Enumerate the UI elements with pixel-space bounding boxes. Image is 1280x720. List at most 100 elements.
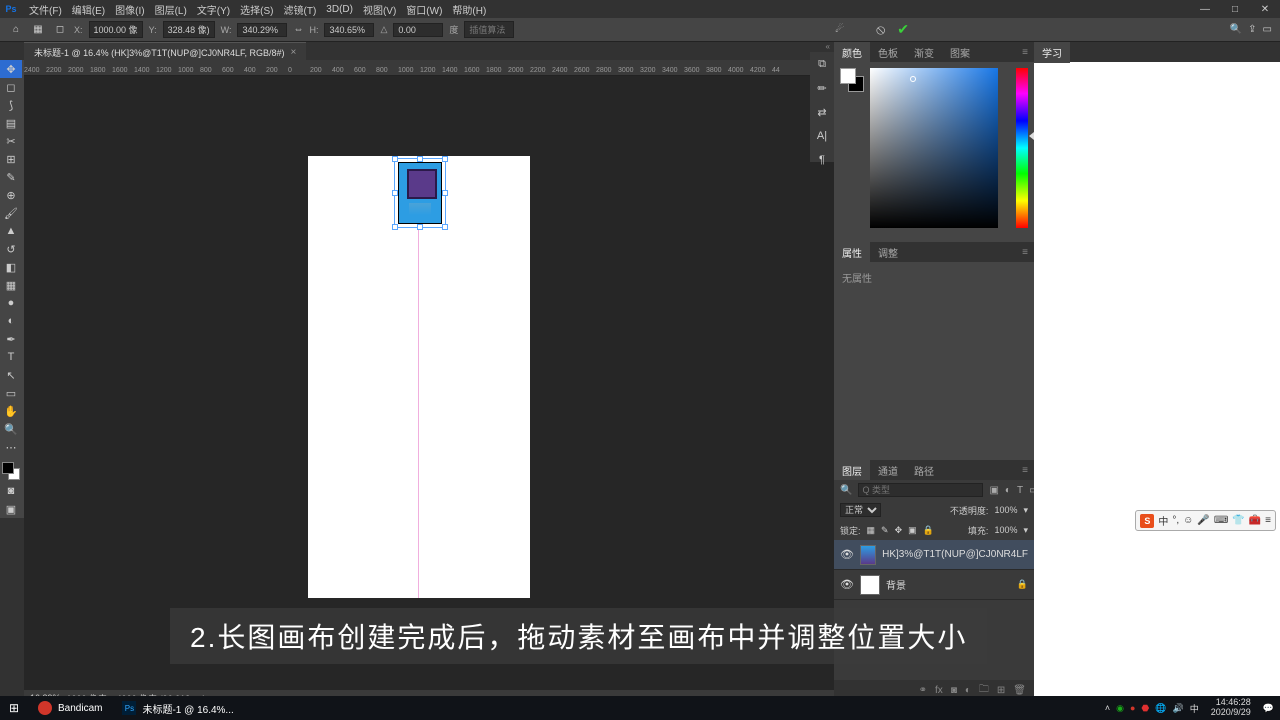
menu-3d[interactable]: 3D(D)	[321, 2, 358, 17]
paragraph-panel-icon[interactable]: ¶	[810, 148, 834, 172]
menu-filter[interactable]: 滤镜(T)	[279, 0, 322, 19]
brush-panel-icon[interactable]: ✏	[810, 76, 834, 100]
warp-icon[interactable]: ☄	[835, 24, 844, 35]
menu-window[interactable]: 窗口(W)	[401, 0, 447, 19]
x-field[interactable]: 1000.00 像	[89, 21, 143, 38]
commit-transform-button[interactable]: ✔	[897, 21, 909, 38]
healing-tool[interactable]: ⊕	[0, 186, 22, 204]
interpolation-field[interactable]: 插值算法	[464, 21, 514, 38]
ime-toolbar[interactable]: S 中 °, ☺ 🎤 ⌨ 👕 🧰 ≡	[1135, 510, 1276, 531]
menu-view[interactable]: 视图(V)	[358, 0, 401, 19]
lock-all-icon[interactable]: 🔒	[923, 525, 934, 536]
tab-properties[interactable]: 属性	[834, 242, 870, 263]
type-tool[interactable]: T	[0, 348, 22, 366]
hue-slider[interactable]	[1016, 68, 1028, 228]
collapse-left-icon[interactable]: «	[826, 42, 830, 51]
blur-tool[interactable]: ●	[0, 294, 22, 312]
color-field[interactable]	[870, 68, 998, 228]
taskbar-item-photoshop[interactable]: Ps 未标题-1 @ 16.4%...	[112, 697, 243, 719]
menu-image[interactable]: 图像(I)	[110, 0, 149, 19]
taskbar-item-bandicam[interactable]: Bandicam	[28, 697, 112, 719]
share-icon[interactable]: ⇪	[1248, 24, 1256, 35]
shape-tool[interactable]: ▭	[0, 384, 22, 402]
new-layer-icon[interactable]: ⊞	[997, 685, 1005, 696]
frame-tool[interactable]: ⊞	[0, 150, 22, 168]
lasso-tool[interactable]: ⟆	[0, 96, 22, 114]
home-icon[interactable]: ⌂	[8, 22, 24, 38]
tab-layers[interactable]: 图层	[834, 460, 870, 481]
filter-adjust-icon[interactable]: ◐	[1005, 485, 1011, 496]
ime-punct-icon[interactable]: °,	[1172, 515, 1179, 526]
blend-mode-select[interactable]: 正常	[840, 503, 881, 517]
tab-learn[interactable]: 学习	[1034, 42, 1070, 63]
layer-fx-icon[interactable]: fx	[935, 685, 943, 696]
lock-artboard-icon[interactable]: ▣	[908, 525, 917, 536]
tab-channels[interactable]: 通道	[870, 460, 906, 481]
tab-adjustments[interactable]: 调整	[870, 242, 906, 263]
adjustment-layer-icon[interactable]: ◐	[965, 685, 971, 696]
panel-menu-icon[interactable]: ≡	[1016, 465, 1034, 476]
eyedropper-tool[interactable]: ✎	[0, 168, 22, 186]
layer-filter-input[interactable]	[858, 483, 983, 497]
lock-brush-icon[interactable]: ✎	[881, 525, 889, 536]
screen-mode-icon[interactable]: ▣	[0, 500, 22, 518]
y-field[interactable]: 328.48 像)	[163, 21, 215, 38]
tab-paths[interactable]: 路径	[906, 460, 942, 481]
w-field[interactable]: 340.29%	[237, 23, 287, 37]
visibility-icon[interactable]: 👁	[840, 548, 854, 561]
menu-file[interactable]: 文件(F)	[24, 0, 67, 19]
panel-menu-icon[interactable]: ≡	[1016, 47, 1034, 58]
lock-transparent-icon[interactable]: ▦	[867, 525, 876, 536]
transform-handle[interactable]	[392, 190, 398, 196]
gradient-tool[interactable]: ▦	[0, 276, 22, 294]
pen-tool[interactable]: ✒	[0, 330, 22, 348]
layer-item[interactable]: 👁 背景 🔒	[834, 570, 1034, 600]
ime-keyboard-icon[interactable]: ⌨	[1214, 515, 1228, 526]
close-tab-icon[interactable]: ×	[290, 47, 296, 58]
tab-patterns[interactable]: 图案	[942, 42, 978, 63]
link-layers-icon[interactable]: ⚭	[919, 685, 927, 696]
crop-tool[interactable]: ✂	[0, 132, 22, 150]
transform-handle[interactable]	[417, 224, 423, 230]
menu-select[interactable]: 选择(S)	[235, 0, 278, 19]
anchor-icon[interactable]: ◻	[52, 22, 68, 38]
move-tool[interactable]: ✥	[0, 60, 22, 78]
taskbar-clock[interactable]: 14:46:28 2020/9/29	[1205, 698, 1257, 718]
layer-item[interactable]: 👁 HK]3%@T1T(NUP@]CJ0NR4LF	[834, 540, 1034, 570]
menu-layer[interactable]: 图层(L)	[150, 0, 192, 19]
history-brush-tool[interactable]: ↺	[0, 240, 22, 258]
transform-handle[interactable]	[392, 224, 398, 230]
document-tab[interactable]: 未标题-1 @ 16.4% (HK]3%@T1T(NUP@]CJ0NR4LF, …	[24, 42, 306, 62]
brush-tool[interactable]: 🖌	[0, 204, 22, 222]
eraser-tool[interactable]: ◧	[0, 258, 22, 276]
angle-field[interactable]: 0.00	[393, 23, 443, 37]
ime-lang[interactable]: 中	[1158, 513, 1168, 528]
ime-emoji-icon[interactable]: ☺	[1183, 515, 1193, 526]
stamp-tool[interactable]: ▲	[0, 222, 22, 240]
workspace-icon[interactable]: ▭	[1263, 24, 1272, 35]
layer-name[interactable]: 背景	[886, 577, 906, 592]
zoom-tool[interactable]: 🔍	[0, 420, 22, 438]
tray-record-icon[interactable]: ●	[1130, 703, 1135, 713]
edit-toolbar-icon[interactable]: ⋯	[0, 438, 22, 456]
fg-bg-swatch[interactable]	[840, 68, 864, 92]
color-swatches[interactable]	[0, 460, 22, 482]
link-icon[interactable]: ⇔	[293, 24, 303, 35]
window-maximize-button[interactable]: □	[1220, 0, 1250, 18]
notifications-icon[interactable]: 💬	[1263, 703, 1274, 714]
marquee-tool[interactable]: ◻	[0, 78, 22, 96]
menu-type[interactable]: 文字(Y)	[192, 0, 235, 19]
path-select-tool[interactable]: ↖	[0, 366, 22, 384]
menu-edit[interactable]: 编辑(E)	[67, 0, 110, 19]
fill-value[interactable]: 100%	[994, 525, 1017, 535]
sogou-icon[interactable]: S	[1140, 514, 1154, 528]
h-field[interactable]: 340.65%	[324, 23, 374, 37]
layer-mask-icon[interactable]: ◙	[951, 685, 957, 696]
object-select-tool[interactable]: ▤	[0, 114, 22, 132]
hand-tool[interactable]: ✋	[0, 402, 22, 420]
layer-thumbnail[interactable]	[860, 575, 880, 595]
canvas-area[interactable]	[24, 76, 834, 690]
reference-point-icon[interactable]: ▦	[30, 22, 46, 38]
lock-position-icon[interactable]: ✥	[895, 525, 903, 536]
artboard[interactable]	[308, 156, 530, 598]
